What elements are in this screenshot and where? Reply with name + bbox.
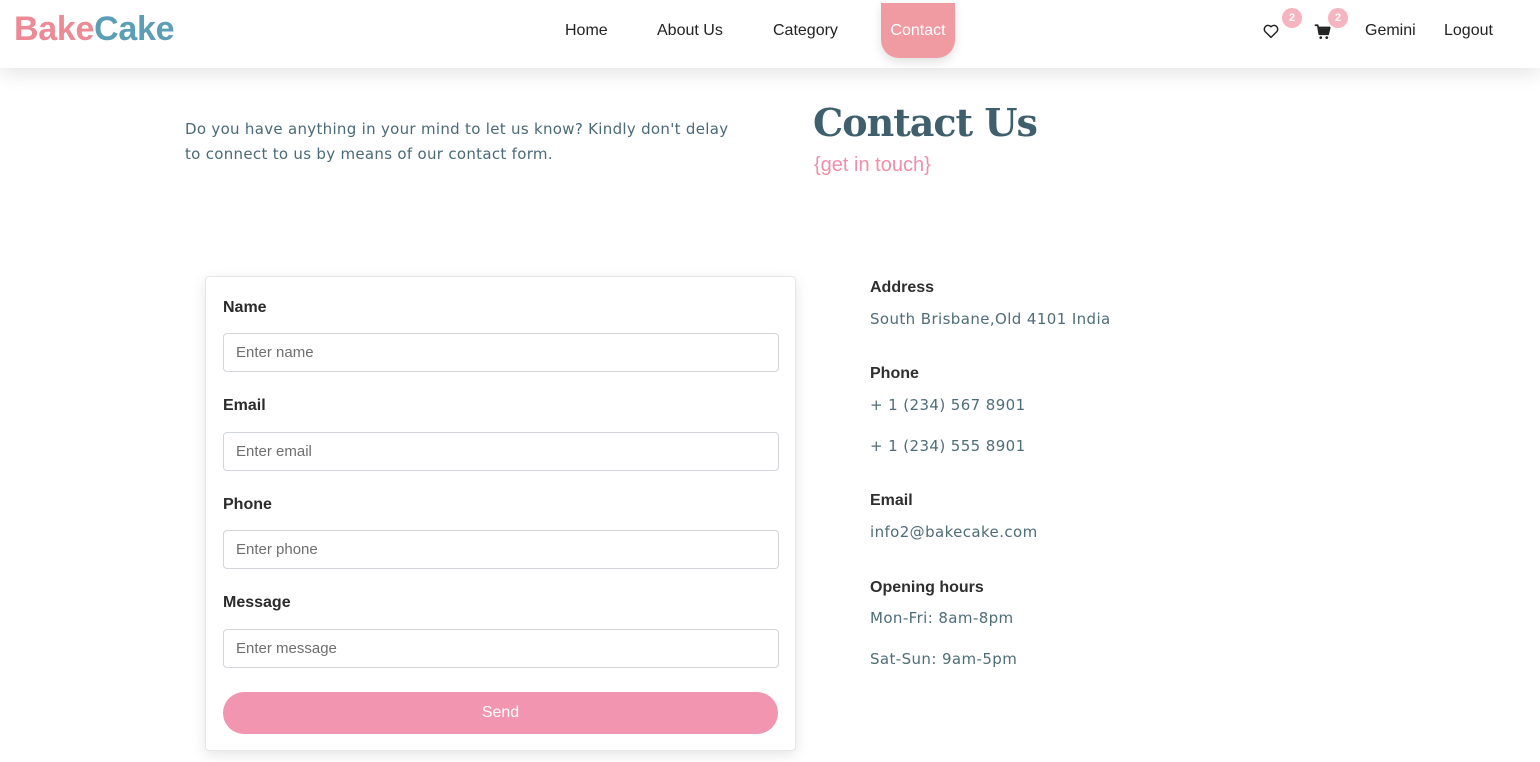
heart-icon xyxy=(1263,24,1279,39)
intro-text: Do you have anything in your mind to let… xyxy=(185,120,729,163)
navbar: BakeCake Home About Us Category Contact … xyxy=(0,0,1540,68)
email-info-label: Email xyxy=(870,492,913,509)
user-profile-link[interactable]: Gemini xyxy=(1365,20,1416,42)
name-input[interactable] xyxy=(223,333,779,372)
message-label: Message xyxy=(223,594,291,611)
name-label: Name xyxy=(223,299,267,316)
email-value: info2@bakecake.com xyxy=(870,523,1038,541)
phone-value-2: + 1 (234) 555 8901 xyxy=(870,437,1026,455)
phone-value-1: + 1 (234) 567 8901 xyxy=(870,396,1026,414)
brand-logo-part2: Cake xyxy=(94,10,175,48)
wishlist-button[interactable]: 2 xyxy=(1262,8,1302,40)
page-subtitle: {get in touch} xyxy=(814,154,931,176)
contact-form: Name Email Phone Message Send xyxy=(205,276,796,751)
message-input[interactable] xyxy=(223,629,779,668)
page-title: Contact Us xyxy=(813,100,1038,145)
opening-hours-label: Opening hours xyxy=(870,579,984,596)
nav-category-link[interactable]: Category xyxy=(773,20,838,42)
cart-icon xyxy=(1314,24,1331,39)
phone-label: Phone xyxy=(223,496,272,513)
phone-input[interactable] xyxy=(223,530,779,569)
send-button[interactable]: Send xyxy=(223,692,778,734)
hours-weekday: Mon-Fri: 8am-8pm xyxy=(870,609,1014,627)
nav-home-link[interactable]: Home xyxy=(565,20,608,42)
wishlist-count-badge: 2 xyxy=(1282,8,1302,28)
address-label: Address xyxy=(870,279,935,296)
email-input[interactable] xyxy=(223,432,779,471)
phone-info-label: Phone xyxy=(870,365,919,382)
address-value: South Brisbane,Old 4101 India xyxy=(870,310,1111,328)
cart-button[interactable]: 2 xyxy=(1314,8,1348,40)
brand-logo-part1: Bake xyxy=(14,10,95,48)
nav-about-link[interactable]: About Us xyxy=(657,20,723,42)
nav-contact-link[interactable]: Contact xyxy=(881,3,955,58)
logout-link[interactable]: Logout xyxy=(1444,20,1493,42)
cart-count-badge: 2 xyxy=(1328,8,1348,28)
email-label: Email xyxy=(223,397,266,414)
hours-weekend: Sat-Sun: 9am-5pm xyxy=(870,650,1018,668)
brand-logo[interactable]: BakeCake xyxy=(14,9,174,49)
